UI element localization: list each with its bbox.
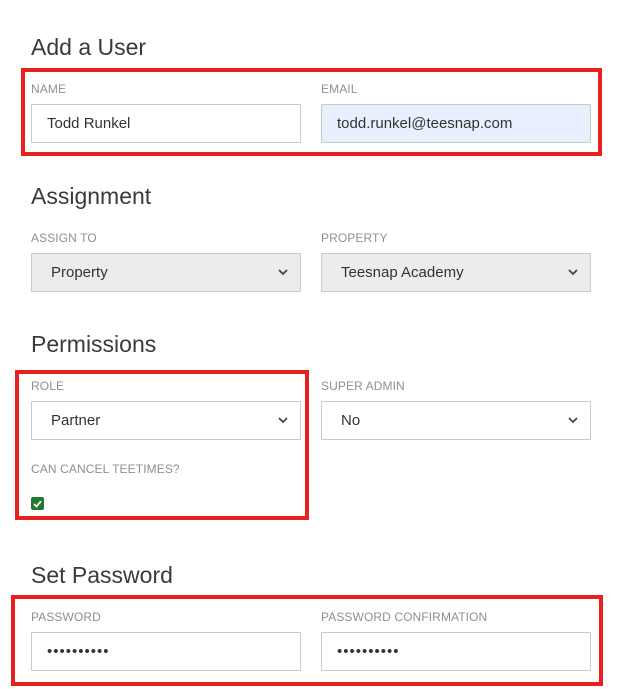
property-select[interactable]: Teesnap Academy: [321, 253, 591, 292]
property-label: PROPERTY: [321, 231, 388, 245]
assignment-title: Assignment: [31, 183, 152, 209]
add-user-title: Add a User: [31, 34, 147, 60]
property-value: Teesnap Academy: [341, 264, 464, 281]
chevron-down-icon: [568, 415, 580, 427]
highlight-box-role: [15, 370, 309, 520]
super-admin-select[interactable]: No: [321, 401, 591, 440]
chevron-down-icon: [278, 267, 290, 279]
super-admin-value: No: [341, 412, 361, 429]
assign-to-label: ASSIGN TO: [31, 231, 97, 245]
password-title: Set Password: [31, 562, 173, 588]
permissions-title: Permissions: [31, 331, 157, 357]
highlight-box-password: [11, 595, 603, 686]
chevron-down-icon: [568, 267, 580, 279]
highlight-box-user: [21, 68, 602, 156]
assign-to-value: Property: [51, 264, 108, 281]
assign-to-select[interactable]: Property: [31, 253, 301, 292]
super-admin-label: SUPER ADMIN: [321, 379, 405, 393]
